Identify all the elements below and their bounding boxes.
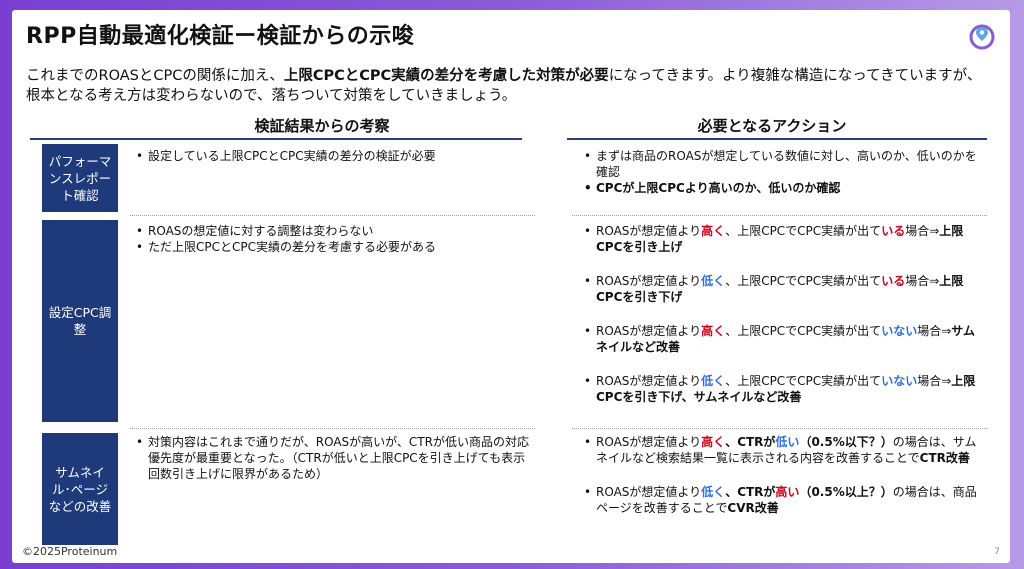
row3-action-ctr-low: ROASが想定値より高く、CTRが低い（0.5%以下？）の場合は、サムネイルなど… <box>584 434 982 466</box>
slide-title: RPP自動最適化検証ー検証からの示唆 <box>26 24 415 49</box>
intro-text: これまでのROASとCPCの関係に加え、上限CPCとCPC実績の差分を考慮した対… <box>26 66 986 106</box>
row1-finding-item: 設定している上限CPCとCPC実績の差分の検証が必要 <box>136 148 534 164</box>
location-logo-icon <box>969 24 995 50</box>
row1-actions: まずは商品のROASが想定している数値に対し、高いのか、低いのかを確認 CPCが… <box>582 148 982 196</box>
row2-findings: ROASの想定値に対する調整は変わらない ただ上限CPCとCPC実績の差分を考慮… <box>134 223 534 255</box>
column-header-findings: 検証結果からの考察 <box>254 117 390 135</box>
row2-action-low-not-delivered: ROASが想定値より低く、上限CPCでCPC実績が出ていない場合⇒上限CPCを引… <box>584 373 982 405</box>
intro-part1: これまでのROASとCPCの関係に加え、 <box>26 68 284 84</box>
column-header-actions: 必要となるアクション <box>697 117 847 135</box>
row1-separator-right <box>572 215 987 216</box>
row1-action-item-bold: CPCが上限CPCより高いのか、低いのか確認 <box>584 180 982 196</box>
slide: RPP自動最適化検証ー検証からの示唆 これまでのROASとCPCの関係に加え、上… <box>12 10 1010 563</box>
row2-finding-item: ROASの想定値に対する調整は変わらない <box>136 223 534 239</box>
intro-emphasis: 上限CPCとCPC実績の差分を考慮した対策が必要 <box>283 68 609 84</box>
row3-actions: ROASが想定値より高く、CTRが低い（0.5%以下？）の場合は、サムネイルなど… <box>582 434 982 516</box>
row1-findings: 設定している上限CPCとCPC実績の差分の検証が必要 <box>134 148 534 164</box>
row2-separator-left <box>130 428 535 429</box>
row1-action-item: まずは商品のROASが想定している数値に対し、高いのか、低いのかを確認 <box>584 148 982 180</box>
header-line-right <box>567 138 987 140</box>
row2-finding-item: ただ上限CPCとCPC実績の差分を考慮する必要がある <box>136 239 534 255</box>
row3-action-ctr-high: ROASが想定値より低く、CTRが高い（0.5%以上？）の場合は、商品ページを改… <box>584 484 982 516</box>
row-label-performance-report: パフォーマンスレポート確認 <box>42 144 118 212</box>
row2-action-high-delivered: ROASが想定値より高く、上限CPCでCPC実績が出ている場合⇒上限CPCを引き… <box>584 223 982 255</box>
row3-finding-item: 対策内容はこれまで通りだが、ROASが高いが、CTRが低い商品の対応優先度が最重… <box>136 434 534 482</box>
row3-findings: 対策内容はこれまで通りだが、ROASが高いが、CTRが低い商品の対応優先度が最重… <box>134 434 534 482</box>
row1-separator-left <box>130 215 535 216</box>
row-label-cpc-adjustment: 設定CPC調整 <box>42 220 118 422</box>
row2-action-low-delivered: ROASが想定値より低く、上限CPCでCPC実績が出ている場合⇒上限CPCを引き… <box>584 273 982 305</box>
copyright-footer: ©2025Proteinum <box>22 545 118 558</box>
row2-actions: ROASが想定値より高く、上限CPCでCPC実績が出ている場合⇒上限CPCを引き… <box>582 223 982 405</box>
page-number: 7 <box>994 547 1000 557</box>
header-line-label <box>30 138 146 140</box>
header-line-left <box>142 138 522 140</box>
row2-separator-right <box>572 428 987 429</box>
row2-action-high-not-delivered: ROASが想定値より高く、上限CPCでCPC実績が出ていない場合⇒サムネイルなど… <box>584 323 982 355</box>
row-label-thumbnail-page: サムネイル･ページなどの改善 <box>42 433 118 545</box>
